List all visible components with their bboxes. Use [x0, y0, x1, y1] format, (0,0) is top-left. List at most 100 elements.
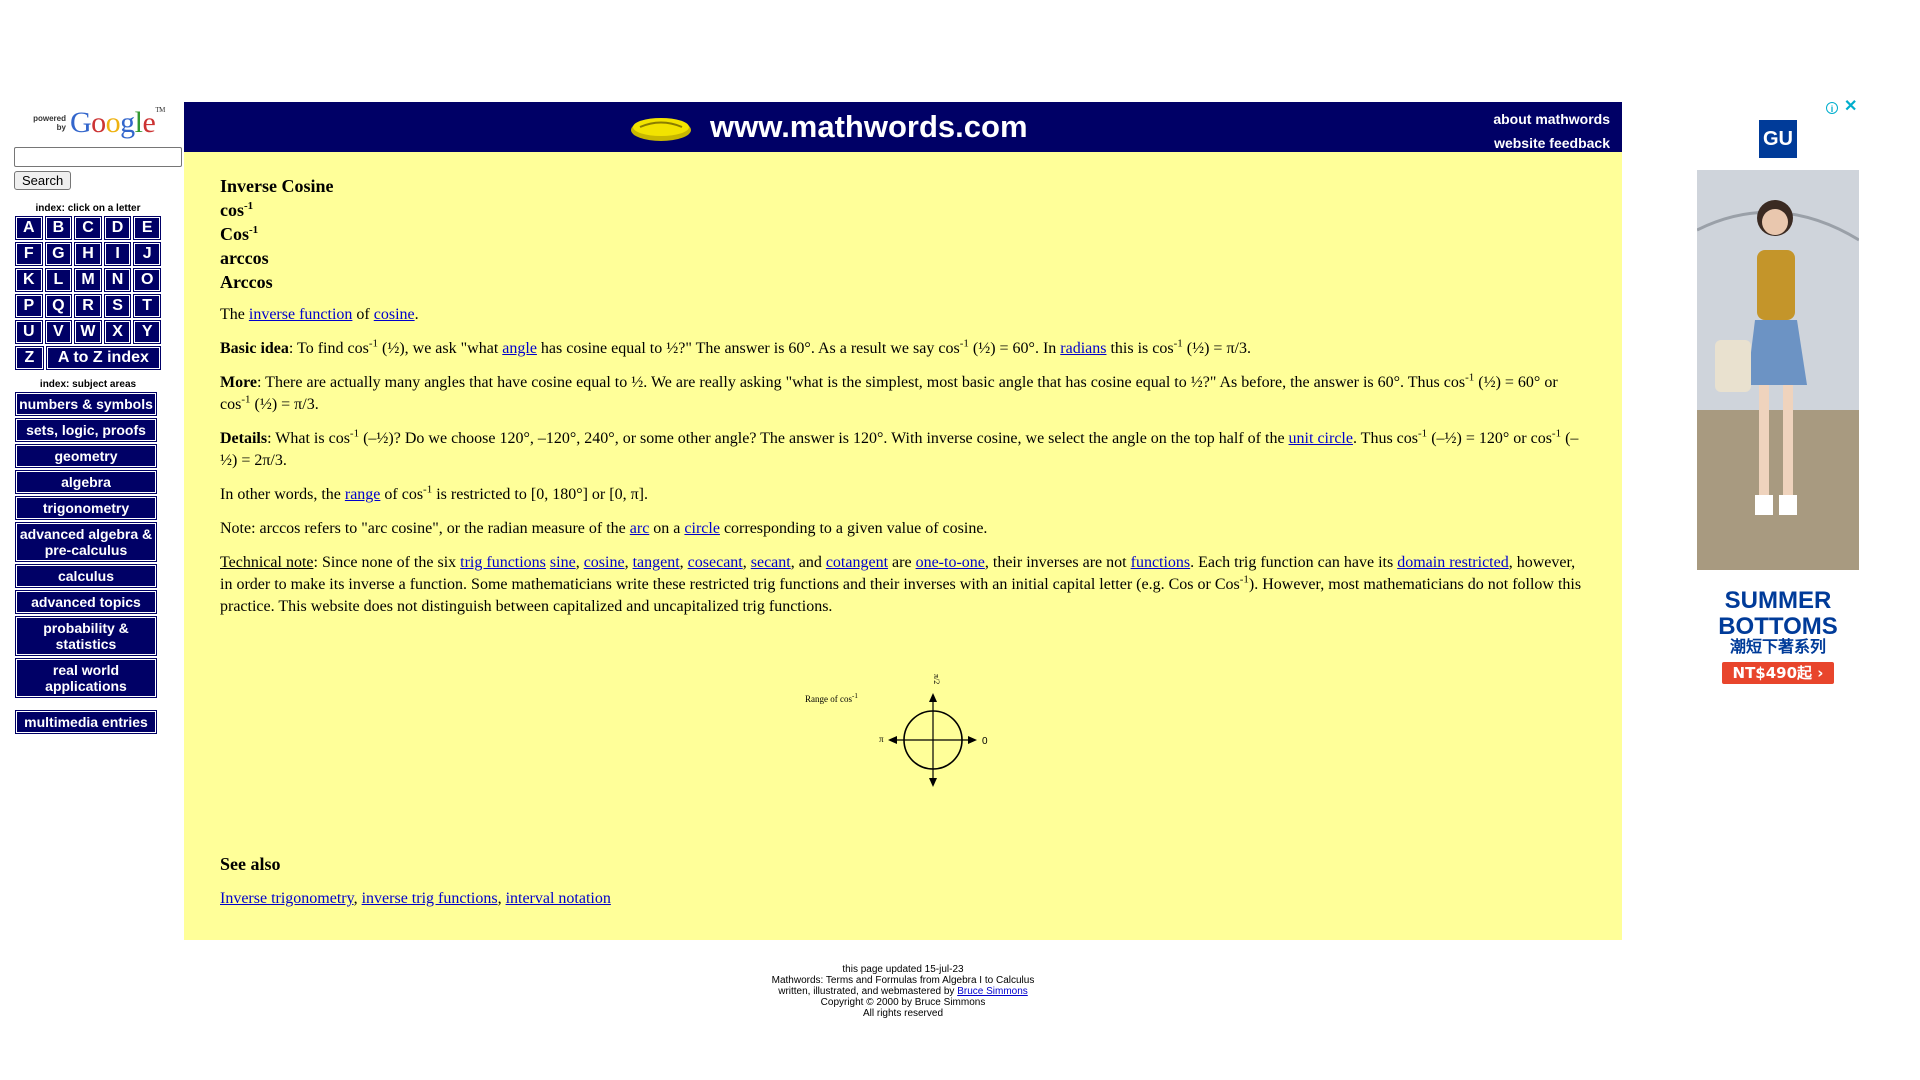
subject-link-advanced-topics[interactable]: advanced topics: [15, 590, 157, 614]
letter-link-x[interactable]: X: [103, 320, 132, 344]
trig-functions-link[interactable]: trig functions: [460, 554, 546, 571]
diagram-top-label: π/2: [932, 674, 941, 684]
technical-note-paragraph: Technical note: Since none of the six tr…: [220, 554, 1582, 615]
subject-link-geometry[interactable]: geometry: [15, 444, 157, 468]
subject-link-probability-statistics[interactable]: probability & statistics: [15, 616, 157, 656]
see-also-inverse-trigonometry-link[interactable]: Inverse trigonometry: [220, 890, 354, 907]
range-of-arccos-diagram: Range of cos-1 π/2 π 0: [805, 674, 988, 787]
letter-link-w[interactable]: W: [74, 320, 102, 344]
see-also-inverse-trig-functions-link[interactable]: inverse trig functions: [362, 890, 498, 907]
site-header: www.mathwords.com about mathwords websit…: [184, 102, 1622, 152]
letter-link-j[interactable]: J: [133, 242, 161, 266]
subject-link-real-world-applications[interactable]: real world applications: [15, 658, 157, 698]
entry-notation-cos-inverse: cos-1: [220, 200, 254, 220]
letter-link-g[interactable]: G: [44, 242, 73, 266]
diagram-left-arrow-icon: [888, 736, 897, 744]
letter-link-z[interactable]: Z: [15, 346, 44, 370]
entry-notation-capital-arccos: Arccos: [220, 272, 273, 292]
one-to-one-link[interactable]: one-to-one: [916, 554, 985, 571]
letter-link-q[interactable]: Q: [44, 294, 73, 318]
search-input[interactable]: [14, 147, 182, 167]
a-to-z-index-link[interactable]: A to Z index: [45, 346, 162, 370]
circle-link[interactable]: circle: [684, 520, 720, 537]
basic-idea-paragraph: Basic idea: To find cos-1 (½), we ask "w…: [220, 337, 1251, 357]
inverse-function-link[interactable]: inverse function: [249, 306, 353, 323]
letter-link-m[interactable]: M: [74, 268, 102, 292]
letter-link-k[interactable]: K: [15, 268, 43, 292]
search-button[interactable]: Search: [14, 171, 72, 190]
see-also-heading: See also: [220, 854, 281, 874]
subject-index-caption: index: subject areas: [39, 379, 137, 390]
subject-link-calculus[interactable]: calculus: [15, 564, 157, 588]
letter-link-b[interactable]: B: [44, 216, 73, 240]
letter-link-y[interactable]: Y: [133, 320, 161, 344]
see-also-interval-notation-link[interactable]: interval notation: [506, 890, 611, 907]
details-paragraph: Details: What is cos-1 (–½)? Do we choos…: [220, 427, 1579, 469]
technical-note-label: Technical note: [220, 554, 314, 571]
letter-link-o[interactable]: O: [133, 268, 161, 292]
sidebar: powered by GoogleTM Search index: click …: [12, 105, 182, 737]
arc-link[interactable]: arc: [630, 520, 650, 537]
letter-link-t[interactable]: T: [133, 294, 161, 318]
letter-link-c[interactable]: C: [74, 216, 102, 240]
letter-link-d[interactable]: D: [103, 216, 132, 240]
angle-link[interactable]: angle: [502, 340, 537, 357]
cotangent-link[interactable]: cotangent: [826, 554, 888, 571]
letter-link-l[interactable]: L: [44, 268, 73, 292]
letter-row: Z A to Z index: [15, 346, 162, 370]
secant-link[interactable]: secant: [751, 554, 791, 571]
about-mathwords-link[interactable]: about mathwords: [1493, 107, 1610, 131]
ad-photo[interactable]: [1697, 170, 1859, 570]
cosecant-link[interactable]: cosecant: [688, 554, 743, 571]
letter-link-h[interactable]: H: [74, 242, 102, 266]
subject-link-multimedia-entries[interactable]: multimedia entries: [15, 710, 157, 734]
range-link[interactable]: range: [345, 486, 381, 503]
ad-info-icon[interactable]: i: [1826, 102, 1838, 114]
ad-price-button[interactable]: NT$490起 ›: [1722, 662, 1834, 684]
author-link[interactable]: Bruce Simmons: [957, 986, 1028, 997]
letter-link-a[interactable]: A: [15, 216, 43, 240]
letter-link-n[interactable]: N: [103, 268, 132, 292]
letter-row: P Q R S T: [15, 294, 161, 318]
unit-circle-link[interactable]: unit circle: [1289, 430, 1353, 447]
header-links: about mathwords website feedback: [1493, 107, 1610, 155]
ad-subheadline[interactable]: 潮短下著系列: [1697, 637, 1859, 657]
subject-index: numbers & symbols sets, logic, proofs ge…: [15, 392, 157, 734]
letter-link-u[interactable]: U: [15, 320, 43, 344]
letter-link-i[interactable]: I: [103, 242, 132, 266]
powered-by-google[interactable]: powered by GoogleTM: [28, 105, 180, 141]
ad-brand-logo[interactable]: GU: [1759, 120, 1797, 158]
sine-link[interactable]: sine: [550, 554, 576, 571]
subject-link-advanced-algebra[interactable]: advanced algebra & pre-calculus: [15, 522, 157, 562]
footer-copyright: Copyright © 2000 by Bruce Simmons: [820, 997, 986, 1008]
entry-notation-capital-cos-inverse: Cos-1: [220, 224, 259, 244]
cosine-link[interactable]: cosine: [374, 306, 415, 323]
entry-content: Inverse Cosine cos-1 Cos-1 arccos Arccos…: [184, 152, 1622, 940]
cosine-link-2[interactable]: cosine: [584, 554, 625, 571]
subject-link-algebra[interactable]: algebra: [15, 470, 157, 494]
powered-by-label: powered by: [33, 114, 66, 132]
radians-link[interactable]: radians: [1060, 340, 1106, 357]
google-logo: GoogleTM: [70, 106, 165, 139]
ad-headline[interactable]: SUMMER BOTTOMS: [1697, 588, 1859, 640]
subject-link-sets-logic-proofs[interactable]: sets, logic, proofs: [15, 418, 157, 442]
entry-notation-arccos: arccos: [220, 248, 269, 268]
subject-link-trigonometry[interactable]: trigonometry: [15, 496, 157, 520]
letter-link-v[interactable]: V: [44, 320, 73, 344]
domain-restricted-link[interactable]: domain restricted: [1397, 554, 1509, 571]
mathwords-logo-icon[interactable]: [630, 114, 692, 142]
letter-link-p[interactable]: P: [15, 294, 43, 318]
subject-link-numbers-symbols[interactable]: numbers & symbols: [15, 392, 157, 416]
letter-link-s[interactable]: S: [103, 294, 132, 318]
letter-link-r[interactable]: R: [74, 294, 102, 318]
functions-link[interactable]: functions: [1131, 554, 1191, 571]
letter-link-f[interactable]: F: [15, 242, 43, 266]
google-tm: TM: [155, 106, 165, 114]
ad-close-icon[interactable]: ✕: [1844, 98, 1857, 116]
letter-link-e[interactable]: E: [133, 216, 161, 240]
site-title[interactable]: www.mathwords.com: [710, 108, 1028, 146]
range-paragraph: In other words, the range of cos-1 is re…: [220, 483, 648, 503]
see-also-links: Inverse trigonometry, inverse trig funct…: [220, 890, 611, 907]
tangent-link[interactable]: tangent: [633, 554, 680, 571]
diagram-range-label: Range of cos-1: [805, 692, 858, 704]
